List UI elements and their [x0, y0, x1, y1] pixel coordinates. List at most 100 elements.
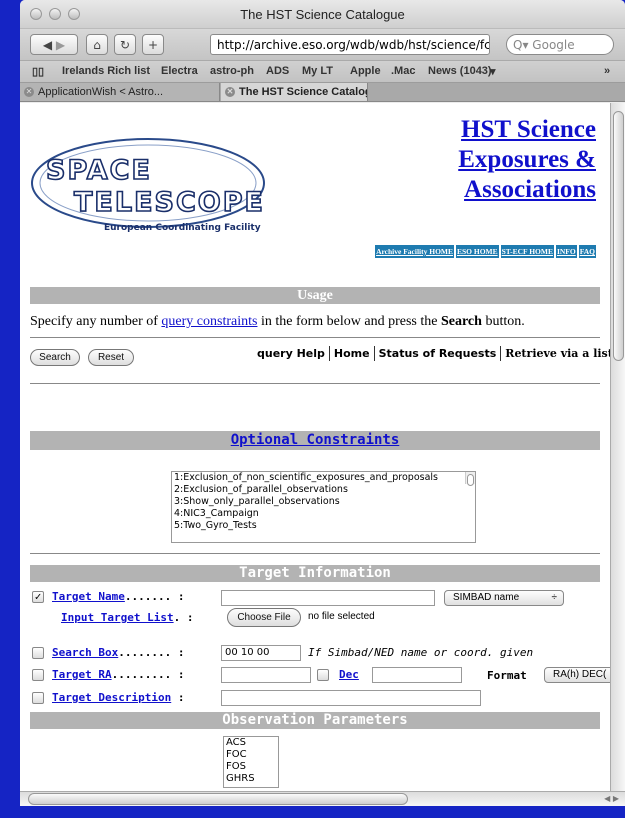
bookmark-item[interactable]: astro-ph — [210, 65, 254, 77]
search-box-dots: ........ : — [118, 646, 185, 659]
divider — [30, 337, 600, 338]
title-line: Exposures & — [458, 146, 596, 173]
dec-input[interactable] — [372, 667, 462, 683]
horizontal-scrollbar[interactable]: ◀ ▶ — [20, 791, 625, 806]
target-name-input[interactable] — [221, 590, 435, 606]
search-box-label[interactable]: Search Box — [52, 646, 118, 659]
site-nav: Archive Facility HOME ESO HOME ST-ECF HO… — [375, 245, 596, 258]
chevron-down-icon[interactable]: ▾ — [490, 65, 496, 78]
address-bar[interactable]: http://archive.eso.org/wdb/wdb/hst/scien… — [210, 34, 490, 55]
home-button[interactable]: ⌂ — [86, 34, 108, 55]
target-list-row: Input Target List. : — [61, 611, 193, 624]
target-name-label[interactable]: Target Name — [52, 590, 125, 603]
target-name-dots: ....... : — [124, 590, 185, 603]
no-file-selected-text: no file selected — [308, 611, 375, 622]
list-item[interactable]: GHRS — [224, 773, 278, 785]
target-description-input[interactable] — [221, 690, 481, 706]
plus-icon: + — [147, 37, 159, 52]
home-link[interactable]: Home — [330, 346, 375, 361]
status-of-requests-link[interactable]: Status of Requests — [375, 346, 502, 361]
page-title[interactable]: HST Science Exposures & Associations — [336, 115, 596, 205]
optional-constraints-link[interactable]: Optional Constraints — [231, 432, 400, 448]
list-item[interactable]: 3:Show_only_parallel_observations — [172, 496, 475, 508]
add-bookmark-button[interactable]: + — [142, 34, 164, 55]
list-scrollbar[interactable] — [465, 472, 475, 486]
bookmark-item[interactable]: News (1043) — [428, 65, 492, 77]
forward-arrow-icon[interactable]: ▶ — [56, 38, 65, 52]
window-title: The HST Science Catalogue — [240, 7, 405, 22]
query-constraints-link[interactable]: query constraints — [161, 314, 257, 329]
list-item[interactable]: 5:Two_Gyro_Tests — [172, 520, 475, 532]
target-ra-input[interactable] — [221, 667, 311, 683]
list-item[interactable]: FOC — [224, 749, 278, 761]
search-field[interactable]: Q▾ Google — [506, 34, 614, 55]
close-tab-icon[interactable]: ✕ — [24, 87, 34, 97]
tab-applicationwish[interactable]: ✕ ApplicationWish < Astro... — [20, 83, 220, 101]
resolver-select[interactable]: SIMBAD name ÷ — [444, 590, 564, 606]
bookmark-item[interactable]: Irelands Rich list — [62, 65, 150, 77]
reload-button[interactable]: ↻ — [114, 34, 136, 55]
bookmark-item[interactable]: ADS — [266, 65, 289, 77]
tab-label: The HST Science Catalog... — [239, 86, 368, 98]
space-telescope-logo: SPACE TELESCOPE European Coordinating Fa… — [31, 138, 265, 233]
format-select[interactable]: RA(h) DEC( — [544, 667, 610, 683]
target-ra-row: Target RA......... : — [32, 668, 184, 681]
close-tab-icon[interactable]: ✕ — [225, 87, 235, 97]
target-description-row: Target Description : — [32, 691, 184, 704]
bookmark-item[interactable]: .Mac — [391, 65, 415, 77]
target-information-heading: Target Information — [30, 565, 600, 582]
target-description-checkbox[interactable] — [32, 691, 44, 704]
horizontal-scroll-thumb[interactable] — [28, 793, 408, 805]
reset-button[interactable]: Reset — [88, 349, 134, 366]
optional-constraints-list[interactable]: 1:Exclusion_of_non_scientific_exposures_… — [171, 471, 476, 543]
search-box-row: Search Box........ : — [32, 646, 184, 659]
nav-archive-home[interactable]: Archive Facility HOME — [375, 245, 454, 258]
usage-text-after: button. — [481, 314, 525, 329]
usage-heading: Usage — [30, 287, 600, 304]
title-line: HST Science — [461, 116, 596, 143]
vertical-scroll-thumb[interactable] — [613, 111, 624, 361]
scroll-arrows-icon[interactable]: ◀ ▶ — [604, 794, 619, 803]
optional-constraints-heading: Optional Constraints — [30, 431, 600, 450]
query-help-link[interactable]: query Help — [253, 346, 330, 361]
search-box-checkbox[interactable] — [32, 646, 44, 659]
bookmark-item[interactable]: Electra — [161, 65, 198, 77]
target-name-checkbox[interactable]: ✓ — [32, 590, 44, 603]
search-button[interactable]: Search — [30, 349, 80, 366]
target-description-label[interactable]: Target Description — [52, 691, 171, 704]
list-item[interactable]: FOS — [224, 761, 278, 773]
nav-stecf-home[interactable]: ST-ECF HOME — [500, 245, 554, 258]
nav-eso-home[interactable]: ESO HOME — [456, 245, 499, 258]
list-item[interactable]: ACS — [224, 737, 278, 749]
reload-icon: ↻ — [119, 37, 131, 52]
search-box-input[interactable]: 00 10 00 — [221, 645, 301, 661]
query-links: query Help Home Status of Requests Retri… — [253, 346, 610, 361]
dec-label[interactable]: Dec — [339, 668, 359, 681]
more-bookmarks-icon[interactable]: » — [604, 65, 610, 77]
book-icon[interactable]: ▯▯ — [32, 65, 44, 78]
back-forward-buttons[interactable]: ◀ ▶ — [30, 34, 78, 55]
choose-file-button[interactable]: Choose File — [227, 608, 301, 627]
target-ra-checkbox[interactable] — [32, 668, 44, 681]
list-item[interactable]: 4:NIC3_Campaign — [172, 508, 475, 520]
instrument-list[interactable]: ACS FOC FOS GHRS — [223, 736, 279, 788]
target-ra-label[interactable]: Target RA — [52, 668, 112, 681]
nav-faq[interactable]: FAQ — [578, 245, 596, 258]
bookmark-item[interactable]: Apple — [350, 65, 381, 77]
vertical-scrollbar[interactable] — [610, 103, 625, 791]
retrieve-via-list-link[interactable]: Retrieve via a list — [501, 346, 610, 361]
list-scroll-thumb[interactable] — [467, 474, 474, 486]
target-description-dots: : — [177, 691, 185, 704]
tab-bar: ✕ ApplicationWish < Astro... ✕ The HST S… — [20, 83, 625, 102]
list-item[interactable]: 2:Exclusion_of_parallel_observations — [172, 484, 475, 496]
nav-info[interactable]: INFO — [555, 245, 577, 258]
tab-hst-catalog[interactable]: ✕ The HST Science Catalog... — [221, 83, 368, 101]
list-item[interactable]: 1:Exclusion_of_non_scientific_exposures_… — [172, 472, 475, 484]
input-target-list-label[interactable]: Input Target List — [61, 611, 174, 624]
dec-checkbox[interactable] — [317, 669, 329, 681]
home-icon: ⌂ — [93, 37, 101, 52]
bookmark-item[interactable]: My LT — [302, 65, 333, 77]
target-ra-dots: ......... : — [111, 668, 185, 681]
back-arrow-icon[interactable]: ◀ — [43, 38, 52, 52]
title-line: Associations — [464, 176, 596, 203]
